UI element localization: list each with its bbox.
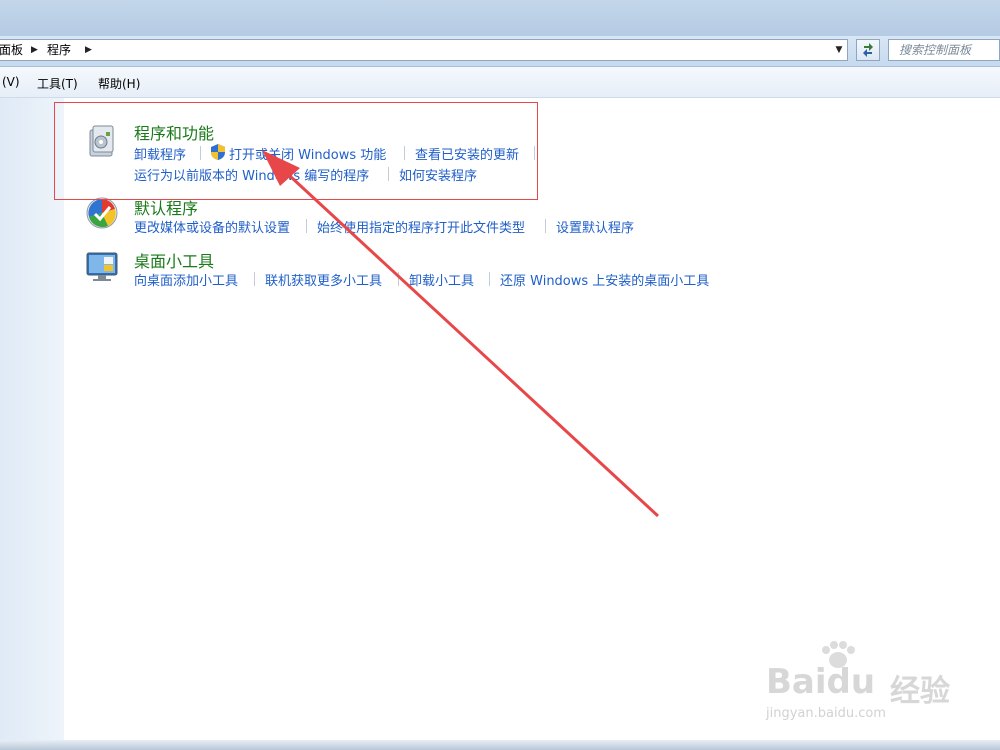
link-change-media-defaults[interactable]: 更改媒体或设备的默认设置 xyxy=(134,217,290,236)
link-separator xyxy=(254,272,255,286)
watermark-url: jingyan.baidu.com xyxy=(766,706,886,721)
annotation-highlight-box xyxy=(54,102,538,200)
window-titlebar xyxy=(0,0,1000,36)
link-add-gadgets[interactable]: 向桌面添加小工具 xyxy=(134,270,238,289)
menu-view[interactable]: (V) xyxy=(2,75,20,89)
status-bar xyxy=(0,740,1000,750)
link-set-default-programs[interactable]: 设置默认程序 xyxy=(556,217,634,236)
link-always-open-filetype[interactable]: 始终使用指定的程序打开此文件类型 xyxy=(317,217,525,236)
address-bar[interactable]: 面板 ▶ 程序 ▶ ▼ xyxy=(0,39,848,61)
address-bar-row: 面板 ▶ 程序 ▶ ▼ 搜索控制面板 xyxy=(0,36,1000,67)
refresh-icon xyxy=(863,43,873,57)
refresh-button[interactable] xyxy=(856,39,880,61)
link-restore-gadgets[interactable]: 还原 Windows 上安装的桌面小工具 xyxy=(500,270,709,289)
baidu-watermark: Baidu 经验 jingyan.baidu.com xyxy=(760,640,960,730)
desktop-gadgets-icon[interactable] xyxy=(84,248,120,284)
default-programs-icon[interactable] xyxy=(84,195,120,231)
link-get-more-gadgets[interactable]: 联机获取更多小工具 xyxy=(265,270,382,289)
watermark-brand-cn: 经验 xyxy=(890,674,950,709)
search-input[interactable]: 搜索控制面板 xyxy=(888,39,1000,61)
watermark-brand: Baidu xyxy=(766,662,876,702)
category-title[interactable]: 桌面小工具 xyxy=(134,248,214,272)
menu-help[interactable]: 帮助(H) xyxy=(98,75,140,92)
link-uninstall-gadget[interactable]: 卸载小工具 xyxy=(409,270,474,289)
link-separator xyxy=(545,219,546,233)
link-separator xyxy=(306,219,307,233)
breadcrumb-arrow-icon[interactable]: ▶ xyxy=(85,40,92,60)
address-dropdown-icon[interactable]: ▼ xyxy=(831,40,847,60)
menu-bar: (V) 工具(T) 帮助(H) xyxy=(0,67,1000,98)
breadcrumb-control-panel[interactable]: 面板 xyxy=(0,40,23,60)
link-separator xyxy=(489,272,490,286)
breadcrumb-programs[interactable]: 程序 xyxy=(47,40,71,60)
menu-tools[interactable]: 工具(T) xyxy=(37,75,78,92)
breadcrumb-arrow-icon[interactable]: ▶ xyxy=(31,40,38,60)
link-separator xyxy=(398,272,399,286)
